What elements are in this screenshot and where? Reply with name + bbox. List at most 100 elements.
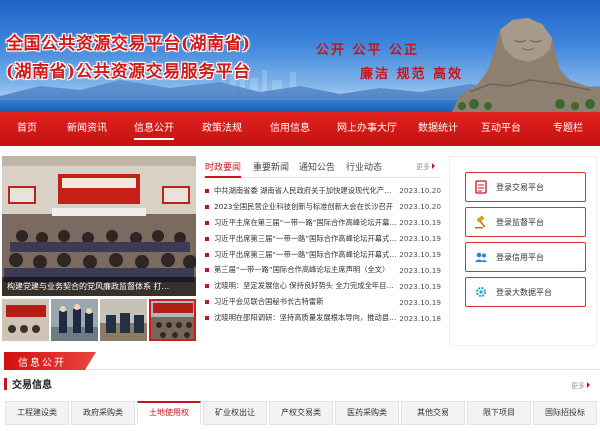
main-nav: 首页 新闻资讯 信息公开 政策法规 信用信息 网上办事大厅 数据统计 互动平台 … xyxy=(0,112,600,146)
nav-item-label: 互动平台 xyxy=(481,123,521,134)
news-item[interactable]: 习近平主席在第三届“一带一路”国际合作高峰论坛开幕... 2023.10.19 xyxy=(205,215,441,231)
tab-below-threshold-projects[interactable]: 限下项目 xyxy=(467,401,531,425)
photo-carousel: 构建党建与业务契合的党风廉政监督体系 打... xyxy=(2,156,196,344)
thumbnail-image xyxy=(100,299,147,341)
nav-item-policies[interactable]: 政策法规 xyxy=(188,112,256,146)
slogan-line-1: 公开 公平 公正 xyxy=(316,43,420,58)
news-title: 中共湖南省委 湖南省人民政府关于加快建设现代化产业... xyxy=(214,185,397,195)
nav-item-label: 网上办事大厅 xyxy=(337,123,397,134)
carousel-thumbnail[interactable] xyxy=(100,299,147,341)
bullet-icon xyxy=(205,220,209,225)
bullet-icon xyxy=(205,316,209,321)
arrow-right-icon xyxy=(432,163,435,169)
tab-other-trading[interactable]: 其他交易 xyxy=(401,401,465,425)
carousel-caption-text[interactable]: 构建党建与业务契合的党风廉政监督体系 打... xyxy=(2,277,196,296)
news-title: 第三届“一带一路”国际合作高峰论坛主席声明（全文） xyxy=(214,265,390,275)
more-label: 更多 xyxy=(416,163,430,171)
news-more-link[interactable]: 更多 xyxy=(416,162,435,172)
bullet-icon xyxy=(205,252,209,257)
tab-property-rights[interactable]: 产权交易类 xyxy=(269,401,333,425)
news-title: 习近平出席第三届“一带一路”国际合作高峰论坛开幕式上... xyxy=(214,249,397,259)
document-icon xyxy=(466,173,496,201)
nav-item-label: 信息公开 xyxy=(134,123,174,140)
news-item[interactable]: 中共湖南省委 湖南省人民政府关于加快建设现代化产业... 2023.10.20 xyxy=(205,183,441,199)
news-date: 2023.10.19 xyxy=(399,250,441,259)
info-disclosure-badge: 信息公开 xyxy=(4,352,96,370)
nav-item-interaction[interactable]: 互动平台 xyxy=(466,112,536,146)
login-button-label: 登录交易平台 xyxy=(496,182,544,192)
nav-item-label: 新闻资讯 xyxy=(67,123,107,134)
news-item[interactable]: 2023全国民营企业科技创新与标准创新大会在长沙召开 2023.10.20 xyxy=(205,199,441,215)
thumbnail-image xyxy=(51,299,98,341)
news-item[interactable]: 沈晓明在邵阳调研：坚持高质量发展根本导向，推动县域... 2023.10.18 xyxy=(205,310,441,326)
login-supervision-platform-button[interactable]: 登录监督平台 xyxy=(465,207,586,237)
header-banner: 全国公共资源交易平台(湖南省) (湖南省)公共资源交易服务平台 公开 公平 公正… xyxy=(0,0,600,112)
carousel-thumbnail[interactable] xyxy=(51,299,98,341)
tab-government-procurement[interactable]: 政府采购类 xyxy=(71,401,135,425)
nav-item-label: 数据统计 xyxy=(418,123,458,134)
login-button-label: 登录信用平台 xyxy=(496,252,544,262)
carousel-thumbnails xyxy=(2,299,196,341)
nav-item-statistics[interactable]: 数据统计 xyxy=(410,112,466,146)
news-date: 2023.10.19 xyxy=(399,265,441,275)
login-button-label: 登录大数据平台 xyxy=(496,287,552,297)
trading-info-header: 交易信息 更多 xyxy=(4,375,596,395)
news-item[interactable]: 习近平出席第三届“一带一路”国际合作高峰论坛开幕式上... 2023.10.19 xyxy=(205,247,441,263)
info-disclosure-banner: 信息公开 xyxy=(0,350,600,370)
site-title-line-2: (湖南省)公共资源交易服务平台 xyxy=(6,62,251,82)
news-date: 2023.10.20 xyxy=(399,202,441,212)
news-tab-industry-updates[interactable]: 行业动态 xyxy=(346,160,382,173)
news-date: 2023.10.18 xyxy=(399,313,441,323)
nav-item-news[interactable]: 新闻资讯 xyxy=(54,112,120,146)
carousel-main-photo[interactable] xyxy=(2,156,196,296)
news-item[interactable]: 习近平出席第三届“一带一路”国际合作高峰论坛开幕式... 2023.10.19 xyxy=(205,231,441,247)
bullet-icon xyxy=(205,204,209,209)
nav-item-online-service-hall[interactable]: 网上办事大厅 xyxy=(324,112,410,146)
tab-mining-rights[interactable]: 矿业权出让 xyxy=(203,401,267,425)
login-big-data-platform-button[interactable]: 登录大数据平台 xyxy=(465,277,586,307)
news-item[interactable]: 习近平会见联合国秘书长古特雷斯 2023.10.19 xyxy=(205,294,441,310)
bullet-icon xyxy=(205,300,209,305)
nav-item-info-disclosure[interactable]: 信息公开 xyxy=(120,112,188,146)
tab-land-use-rights[interactable]: 土地使用权 xyxy=(137,401,201,425)
platform-login-panel: 登录交易平台 登录监督平台 登录信用平台 登录大数据平台 xyxy=(449,156,597,346)
news-tab-important-news[interactable]: 重要新闻 xyxy=(253,160,289,173)
login-trading-platform-button[interactable]: 登录交易平台 xyxy=(465,172,586,202)
news-title: 2023全国民营企业科技创新与标准创新大会在长沙召开 xyxy=(214,201,394,211)
info-disclosure-badge-label: 信息公开 xyxy=(18,358,66,369)
news-date: 2023.10.19 xyxy=(399,218,441,228)
login-credit-platform-button[interactable]: 登录信用平台 xyxy=(465,242,586,272)
news-list: 中共湖南省委 湖南省人民政府关于加快建设现代化产业... 2023.10.20 2… xyxy=(205,183,441,326)
news-date: 2023.10.19 xyxy=(399,234,441,244)
tab-international-bidding[interactable]: 国际招投标 xyxy=(533,401,597,425)
gavel-icon xyxy=(466,208,496,236)
trading-category-tabs: 工程建设类 政府采购类 土地使用权 矿业权出让 产权交易类 医药采购类 其他交易… xyxy=(5,401,597,425)
section-marker xyxy=(4,378,7,390)
nav-item-label: 专题栏 xyxy=(553,123,583,134)
news-date: 2023.10.20 xyxy=(399,186,441,196)
tab-medicine-procurement[interactable]: 医药采购类 xyxy=(335,401,399,425)
slogan-line-2: 廉洁 规范 高效 xyxy=(360,67,464,82)
news-title: 沈晓明：坚定发展信心 保持良好势头 全力完成全年目标... xyxy=(214,281,397,291)
bullet-icon xyxy=(205,188,209,193)
trading-more-link[interactable]: 更多 xyxy=(571,381,590,391)
meeting-photo-image xyxy=(2,156,196,296)
news-item[interactable]: 第三届“一带一路”国际合作高峰论坛主席声明（全文） 2023.10.19 xyxy=(205,262,441,278)
news-title: 习近平出席第三届“一带一路”国际合作高峰论坛开幕式... xyxy=(214,233,397,243)
nav-item-home[interactable]: 首页 xyxy=(0,112,54,146)
news-tab-political-news[interactable]: 时政要闻 xyxy=(205,160,242,178)
nav-item-credit-info[interactable]: 信用信息 xyxy=(256,112,324,146)
news-tab-notices[interactable]: 通知公告 xyxy=(299,160,335,173)
carousel-thumbnail[interactable] xyxy=(2,299,49,341)
news-item[interactable]: 沈晓明：坚定发展信心 保持良好势头 全力完成全年目标... 2023.10.19 xyxy=(205,278,441,294)
thumbnail-image xyxy=(149,299,196,341)
bullet-icon xyxy=(205,236,209,241)
tab-construction-projects[interactable]: 工程建设类 xyxy=(5,401,69,425)
banner-scenery-image xyxy=(0,18,600,112)
thumbnail-image xyxy=(2,299,49,341)
carousel-thumbnail-selected[interactable] xyxy=(149,299,196,341)
nav-item-special-topics[interactable]: 专题栏 xyxy=(536,112,600,146)
login-button-label: 登录监督平台 xyxy=(496,217,544,227)
bullet-icon xyxy=(205,268,209,273)
gear-icon xyxy=(466,278,496,306)
